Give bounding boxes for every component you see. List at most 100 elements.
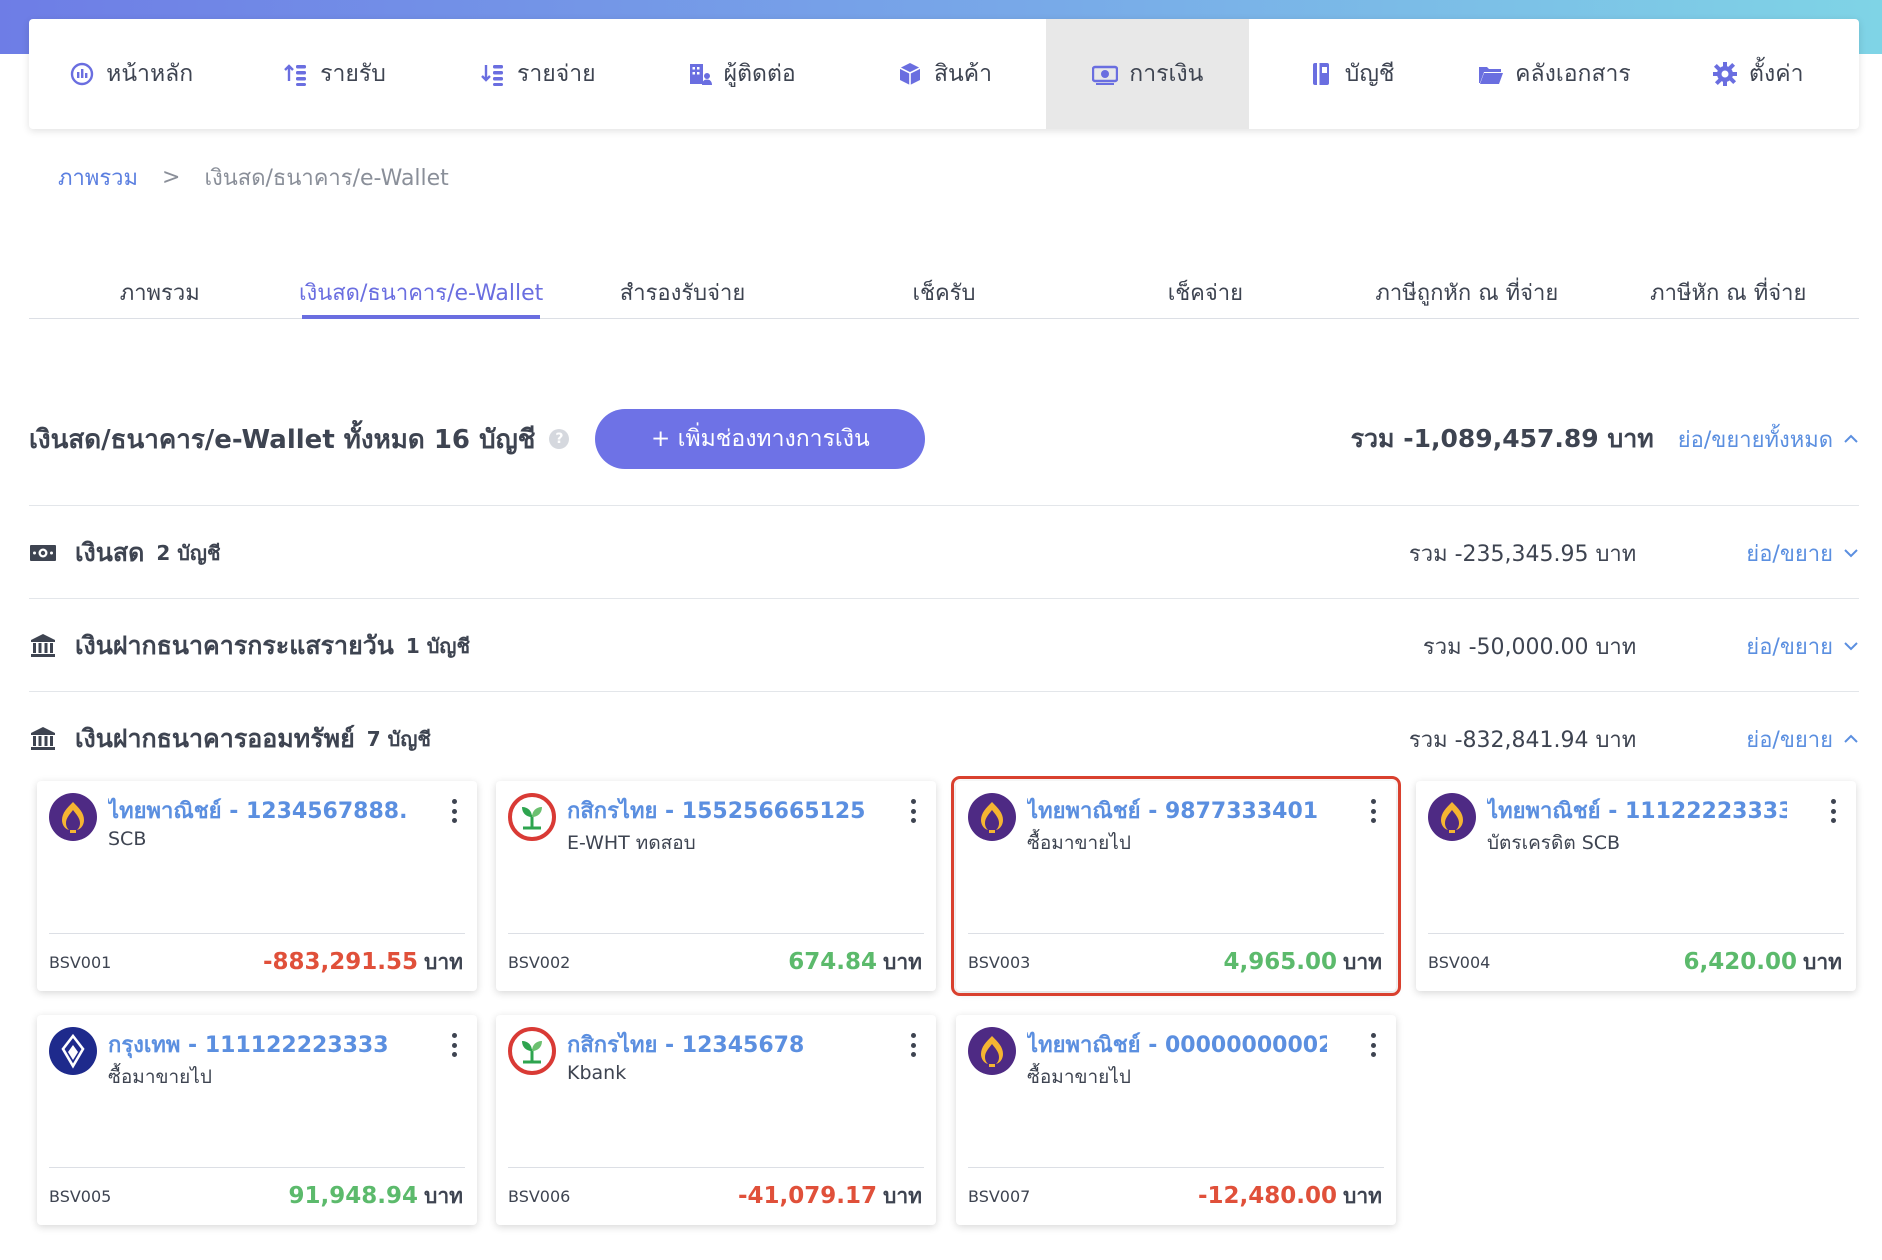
- nav-label: รายจ่าย: [517, 61, 596, 87]
- more-options-icon[interactable]: [1368, 799, 1378, 823]
- currency-unit: บาท: [424, 1184, 463, 1208]
- nav-label: ผู้ติดต่อ: [723, 61, 796, 87]
- more-options-icon[interactable]: [1828, 799, 1838, 823]
- account-subtitle: บัตรเครดิต SCB: [1487, 832, 1621, 854]
- more-options-icon[interactable]: [1368, 1033, 1378, 1057]
- group-count: 2 บัญชี: [156, 541, 221, 565]
- account-code: BSV006: [508, 1187, 571, 1206]
- account-title: ไทยพาณิชย์ - 9877333401: [1027, 799, 1319, 824]
- card-divider: [968, 1167, 1384, 1168]
- tab-wht-withheld[interactable]: ภาษีหัก ณ ที่จ่าย: [1598, 262, 1859, 318]
- card-divider: [49, 1167, 465, 1168]
- breadcrumb-root-link[interactable]: ภาพรวม: [58, 160, 138, 195]
- nav-item-contacts[interactable]: ผู้ติดต่อ: [639, 19, 842, 129]
- more-options-icon[interactable]: [449, 799, 459, 823]
- more-options-icon[interactable]: [908, 799, 918, 823]
- expense-icon: [479, 60, 507, 88]
- account-title: ไทยพาณิชย์ - 00000000002: [1027, 1033, 1327, 1058]
- toggle-all-button[interactable]: ย่อ/ขยายทั้งหมด: [1678, 422, 1859, 457]
- breadcrumb-separator: >: [162, 165, 181, 190]
- card-divider: [508, 933, 924, 934]
- nav-item-documents[interactable]: คลังเอกสาร: [1452, 19, 1655, 129]
- nav-item-income[interactable]: รายรับ: [232, 19, 435, 129]
- add-payment-channel-button[interactable]: + เพิ่มช่องทางการเงิน: [595, 409, 926, 469]
- summary-row: เงินสด/ธนาคาร/e-Wallet ทั้งหมด 16 บัญชี …: [29, 408, 1859, 470]
- balance-value: -12,480.00: [1197, 1183, 1338, 1209]
- account-subtitle: SCB: [108, 828, 147, 850]
- account-balance: 91,948.94 บาท: [289, 1180, 463, 1213]
- account-code: BSV003: [968, 953, 1031, 972]
- tab-cash-bank-ewallet[interactable]: เงินสด/ธนาคาร/e-Wallet: [290, 262, 551, 319]
- group-name: เงินฝากธนาคารกระแสรายวัน: [75, 631, 394, 660]
- group-toggle-button[interactable]: ย่อ/ขยาย: [1746, 629, 1859, 664]
- currency-unit: บาท: [1343, 1184, 1382, 1208]
- scb-logo-icon: [968, 793, 1016, 841]
- breadcrumb-current: เงินสด/ธนาคาร/e-Wallet: [204, 166, 449, 191]
- tab-petty-cash[interactable]: สำรองรับจ่าย: [552, 262, 813, 318]
- account-balance: -883,291.55 บาท: [263, 946, 463, 979]
- folder-icon: [1477, 60, 1505, 88]
- currency-unit: บาท: [1803, 950, 1842, 974]
- account-card[interactable]: กสิกรไทย - 12345678 Kbank BSV006 -41,079…: [496, 1015, 936, 1225]
- tab-wht-deducted[interactable]: ภาษีถูกหัก ณ ที่จ่าย: [1336, 262, 1597, 318]
- group-total: รวม -50,000.00 บาท: [1422, 634, 1637, 660]
- balance-value: 91,948.94: [288, 1183, 419, 1209]
- group-total: รวม -235,345.95 บาท: [1408, 541, 1637, 567]
- nav-label: การเงิน: [1129, 61, 1204, 87]
- card-divider: [508, 1167, 924, 1168]
- nav-item-finance[interactable]: การเงิน: [1045, 19, 1249, 129]
- help-icon[interactable]: ?: [549, 429, 570, 449]
- card-divider: [49, 933, 465, 934]
- chevron-up-icon: [1844, 734, 1858, 743]
- account-card[interactable]: ไทยพาณิชย์ - 11122223333 บัตรเครดิต SCB …: [1416, 781, 1856, 991]
- account-code: BSV002: [508, 953, 571, 972]
- account-subtitle: ซื้อมาขายไป: [108, 1066, 212, 1088]
- nav-label: สินค้า: [933, 61, 992, 87]
- toggle-all-label: ย่อ/ขยายทั้งหมด: [1677, 427, 1833, 453]
- currency-unit: บาท: [424, 950, 463, 974]
- kbank-logo-icon: [508, 1027, 556, 1075]
- account-card[interactable]: กสิกรไทย - 155256665125 E-WHT ทดสอบ BSV0…: [496, 781, 936, 991]
- grand-total: รวม -1,089,457.89 บาท: [1350, 424, 1654, 453]
- kbank-logo-icon: [508, 793, 556, 841]
- group-count: 1 บัญชี: [405, 634, 471, 658]
- group-toggle-button[interactable]: ย่อ/ขยาย: [1746, 536, 1859, 571]
- nav-item-home[interactable]: หน้าหลัก: [29, 19, 232, 129]
- currency-unit: บาท: [883, 950, 922, 974]
- account-code: BSV004: [1428, 953, 1491, 972]
- bank-icon: [29, 725, 57, 753]
- group-toggle-label: ย่อ/ขยาย: [1746, 541, 1833, 567]
- scb-logo-icon: [968, 1027, 1016, 1075]
- nav-item-settings[interactable]: ตั้งค่า: [1656, 19, 1859, 129]
- more-options-icon[interactable]: [908, 1033, 918, 1057]
- account-balance: 4,965.00 บาท: [1224, 946, 1382, 979]
- nav-item-accounting[interactable]: บัญชี: [1249, 19, 1452, 129]
- card-divider: [968, 933, 1384, 934]
- tab-overview[interactable]: ภาพรวม: [29, 262, 290, 318]
- account-title: ไทยพาณิชย์ - 11122223333: [1487, 799, 1787, 824]
- scb-logo-icon: [49, 793, 97, 841]
- bbl-logo-icon: [49, 1027, 97, 1075]
- balance-value: 674.84: [788, 949, 878, 975]
- group-toggle-button[interactable]: ย่อ/ขยาย: [1746, 722, 1859, 757]
- group-total: รวม -832,841.94 บาท: [1408, 727, 1637, 753]
- account-card[interactable]: กรุงเทพ - 111122223333 ซื้อมาขายไป BSV00…: [37, 1015, 477, 1225]
- money-icon: [29, 539, 57, 567]
- tab-cheque-paid[interactable]: เช็คจ่าย: [1075, 262, 1336, 318]
- account-card-selected[interactable]: ไทยพาณิชย์ - 9877333401 ซื้อมาขายไป BSV0…: [951, 776, 1401, 996]
- card-divider: [1428, 933, 1844, 934]
- nav-item-expense[interactable]: รายจ่าย: [436, 19, 639, 129]
- account-card[interactable]: ไทยพาณิชย์ - 1234567888... SCB BSV001 -8…: [37, 781, 477, 991]
- tab-cheque-received[interactable]: เช็ครับ: [813, 262, 1074, 318]
- more-options-icon[interactable]: [449, 1033, 459, 1057]
- breadcrumb: ภาพรวม > เงินสด/ธนาคาร/e-Wallet: [58, 160, 449, 195]
- nav-item-products[interactable]: สินค้า: [842, 19, 1045, 129]
- page-title: เงินสด/ธนาคาร/e-Wallet ทั้งหมด 16 บัญชี: [29, 424, 536, 455]
- group-current-account: เงินฝากธนาคารกระแสรายวัน 1 บัญชี รวม -50…: [29, 621, 1859, 671]
- chevron-down-icon: [1844, 642, 1858, 651]
- balance-value: -883,291.55: [262, 949, 419, 975]
- divider: [29, 598, 1859, 599]
- divider: [29, 505, 1859, 506]
- group-savings-account: เงินฝากธนาคารออมทรัพย์ 7 บัญชี รวม -832,…: [29, 714, 1859, 764]
- account-card[interactable]: ไทยพาณิชย์ - 00000000002 ซื้อมาขายไป BSV…: [956, 1015, 1396, 1225]
